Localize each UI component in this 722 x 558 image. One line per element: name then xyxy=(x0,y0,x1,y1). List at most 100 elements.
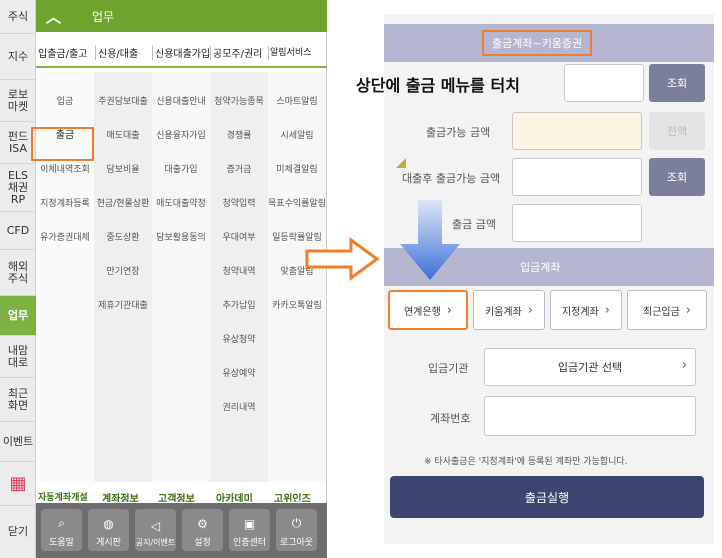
menu-item[interactable]: 청약내역 xyxy=(210,256,268,288)
nav-item-recent[interactable]: 최근 화면 xyxy=(0,378,36,422)
nav-label: 펀드 ISA xyxy=(7,129,29,155)
menu-item[interactable]: 제휴기관대출 xyxy=(94,290,152,322)
menu-item[interactable]: 증거금 xyxy=(210,154,268,186)
inquiry-button[interactable]: 조회 xyxy=(649,64,705,102)
menu-item[interactable]: 유상청약 xyxy=(210,324,268,356)
nav-item-els[interactable]: ELS 채권 RP xyxy=(0,164,36,212)
search-icon: ⌕ xyxy=(58,516,65,530)
settings-button[interactable]: ⚙ 설정 xyxy=(182,509,223,551)
deposit-account-title: 입금계좌 xyxy=(520,261,561,274)
menu-item[interactable]: 매도대출약정 xyxy=(152,188,210,220)
menu-item[interactable]: 우대여부 xyxy=(210,222,268,254)
menu-item[interactable]: 경쟁률 xyxy=(210,120,268,152)
right-phone-screen: 출금계좌~키움증권 상단에 출금 메뉴를 터치 조회 출금가능 금액 전액 대출… xyxy=(356,14,714,544)
menu-item[interactable]: 유상예약 xyxy=(210,358,268,390)
menu-item[interactable]: 신용대출안내 xyxy=(152,86,210,118)
menu-item[interactable]: 입금 xyxy=(36,86,94,118)
menu-item[interactable]: 신용융자가입 xyxy=(152,120,210,152)
lock-icon: ▣ xyxy=(243,517,256,531)
notice-button[interactable]: ◁ 공지/이벤트 xyxy=(135,509,176,551)
bottom-category[interactable]: 고객정보 xyxy=(158,490,195,502)
withdraw-amount-field[interactable] xyxy=(512,204,642,242)
nav-item-business[interactable]: 업무 xyxy=(0,296,36,336)
bottom-category[interactable]: 아카데미 xyxy=(216,490,253,502)
chevron-up-icon[interactable]: ︿ xyxy=(46,6,61,27)
logout-button[interactable]: ⏻ 로그아웃 xyxy=(276,509,317,551)
menu-item[interactable]: 중도상환 xyxy=(94,222,152,254)
board-button[interactable]: ◍ 게시판 xyxy=(88,509,129,551)
loan-inquiry-button[interactable]: 조회 xyxy=(649,158,705,196)
settings-label: 설정 xyxy=(194,538,211,548)
menu-item[interactable]: 지정계좌등록 xyxy=(36,188,94,220)
menu-item[interactable]: 청약가능종목 xyxy=(210,86,268,118)
nav-item-close[interactable]: 닫기 xyxy=(0,506,36,558)
corner-marker-icon xyxy=(396,158,406,168)
divider xyxy=(152,46,153,60)
divider xyxy=(268,46,269,60)
menu-item[interactable]: 담보비율 xyxy=(94,154,152,186)
bank-label: 입금기관 xyxy=(428,362,469,375)
category-tab[interactable]: 입출금/출고 xyxy=(38,45,87,60)
category-tab[interactable]: 공모주/권리 xyxy=(213,45,262,60)
menu-item[interactable]: 담보활용동의 xyxy=(152,222,210,254)
down-arrow-icon xyxy=(400,200,460,280)
tab-linked-bank[interactable]: 연계은행 › xyxy=(388,290,468,330)
divider xyxy=(95,46,96,60)
menu-item[interactable]: 만기연장 xyxy=(94,256,152,288)
bottom-category[interactable]: 계좌정보 xyxy=(102,490,139,502)
menu-item[interactable]: 미체결알림 xyxy=(268,154,326,186)
withdraw-account-title: 출금계좌~키움증권 xyxy=(482,30,593,56)
help-button[interactable]: ⌕ 도움말 xyxy=(41,509,82,551)
bank-select[interactable]: 입금기관 선택 › xyxy=(484,348,696,386)
nav-label: 내맘 대로 xyxy=(7,343,29,369)
available-amount-field xyxy=(512,112,642,150)
nav-item-index[interactable]: 지수 xyxy=(0,34,36,80)
tab-recent-deposit[interactable]: 최근입금 › xyxy=(627,290,707,330)
menu-item[interactable]: 청약입력 xyxy=(210,188,268,220)
tab-kiwoom-account[interactable]: 키움계좌 › xyxy=(473,290,545,330)
withdraw-submit-button[interactable]: 출금실행 xyxy=(390,476,704,518)
menu-item[interactable]: 스마트알림 xyxy=(268,86,326,118)
menu-item[interactable]: 주권담보대출 xyxy=(94,86,152,118)
bottom-category[interactable]: 자동계좌개설 xyxy=(38,490,88,502)
menu-item[interactable]: 시세알림 xyxy=(268,120,326,152)
bank-select-value: 입금기관 선택 xyxy=(557,361,623,374)
password-field[interactable] xyxy=(564,64,644,102)
menu-item[interactable]: 추가납입 xyxy=(210,290,268,322)
nav-item-robo-market[interactable]: 로보 마켓 xyxy=(0,80,36,122)
menu-item[interactable]: 매도대출 xyxy=(94,120,152,152)
auth-center-button[interactable]: ▣ 인증센터 xyxy=(229,509,270,551)
notice-text: ※ 타사출금은 '지정계좌'에 등록된 계좌만 가능합니다. xyxy=(424,457,628,467)
full-amount-button[interactable]: 전액 xyxy=(649,112,705,150)
menu-item[interactable]: 현금/현물상환 xyxy=(94,188,152,220)
tab-designated-account[interactable]: 지정계좌 › xyxy=(550,290,622,330)
chevron-right-icon: › xyxy=(446,302,452,318)
menu-item[interactable]: 권리내역 xyxy=(210,392,268,424)
menu-item[interactable]: 목표수익률알림 xyxy=(268,188,326,220)
notice-label: 공지/이벤트 xyxy=(135,538,176,547)
power-icon: ⏻ xyxy=(291,516,302,530)
bottom-category[interactable]: 고위인즈 xyxy=(274,490,311,502)
nav-item-cfd[interactable]: CFD xyxy=(0,212,36,250)
left-nav-sidebar: 주식 지수 로보 마켓 펀드 ISA ELS 채권 RP CFD 해외 주식 업… xyxy=(0,0,36,558)
board-label: 게시판 xyxy=(96,538,121,548)
post-loan-amount-label: 대출후 출금가능 금액 xyxy=(402,172,501,185)
nav-item-overseas[interactable]: 해외 주식 xyxy=(0,250,36,296)
category-tab[interactable]: 신용대출가입 xyxy=(155,45,210,60)
nav-label: 지수 xyxy=(7,49,29,63)
chat-icon: ◍ xyxy=(103,517,114,531)
account-number-field[interactable] xyxy=(484,396,696,436)
nav-item-grid[interactable]: ▦ xyxy=(0,462,36,506)
logout-label: 로그아웃 xyxy=(279,538,314,548)
menu-item[interactable]: 대출가입 xyxy=(152,154,210,186)
account-number-label: 계좌번호 xyxy=(430,412,471,425)
withdraw-header: 출금계좌~키움증권 xyxy=(384,24,714,62)
category-tab[interactable]: 신용/대출 xyxy=(98,45,138,60)
category-tab[interactable]: 알림서비스 xyxy=(270,45,311,58)
help-label: 도움말 xyxy=(49,538,74,548)
nav-item-custom[interactable]: 내맘 대로 xyxy=(0,336,36,378)
nav-item-event[interactable]: 이벤트 xyxy=(0,422,36,462)
nav-item-stocks[interactable]: 주식 xyxy=(0,0,36,34)
menu-item[interactable]: 카카오톡알림 xyxy=(268,290,326,322)
menu-item[interactable]: 유가증권대체 xyxy=(36,222,94,254)
